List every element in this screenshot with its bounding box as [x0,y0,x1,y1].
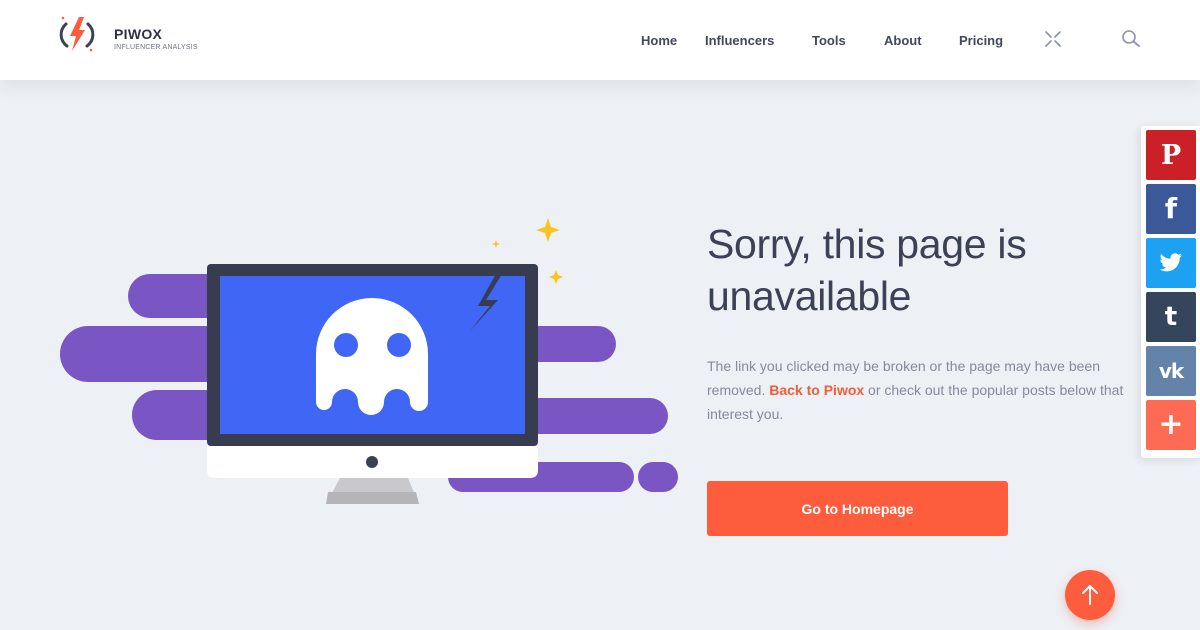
tumblr-share-button[interactable]: t [1146,292,1196,342]
facebook-icon: f [1164,192,1178,225]
arrow-up-icon [1082,585,1098,605]
ghost-monitor-illustration [58,216,680,510]
plus-icon: + [1158,407,1184,442]
more-share-button[interactable]: + [1146,400,1196,450]
back-to-piwox-link[interactable]: Back to Piwox [769,382,864,398]
error-description: The link you clicked may be broken or th… [707,354,1127,426]
nav-pricing[interactable]: Pricing [959,32,1003,50]
scroll-to-top-button[interactable] [1065,570,1115,620]
site-header: PIWOX INFLUENCER ANALYSIS Home Influence… [0,0,1200,80]
pinterest-icon: P [1160,139,1182,171]
twitter-icon [1159,253,1182,272]
error-title: Sorry, this page is unavailable [707,221,1027,319]
go-to-homepage-button[interactable]: Go to Homepage [707,481,1008,536]
nav-influencers[interactable]: Influencers [705,32,774,50]
facebook-share-button[interactable]: f [1146,184,1196,234]
pinterest-share-button[interactable]: P [1146,130,1196,180]
nav-tools[interactable]: Tools [812,32,846,50]
tumblr-icon: t [1164,302,1178,332]
vk-icon: vk [1158,359,1184,383]
main-nav: Home Influencers Tools About Pricing [0,29,1200,50]
social-share-bar: P f t vk + [1141,126,1200,458]
close-icon[interactable] [1043,29,1063,49]
vk-share-button[interactable]: vk [1146,346,1196,396]
twitter-share-button[interactable] [1146,238,1196,288]
nav-home[interactable]: Home [641,32,677,50]
ghost-monitor-icon [60,218,678,504]
search-icon[interactable] [1121,29,1141,49]
nav-about[interactable]: About [884,32,922,50]
